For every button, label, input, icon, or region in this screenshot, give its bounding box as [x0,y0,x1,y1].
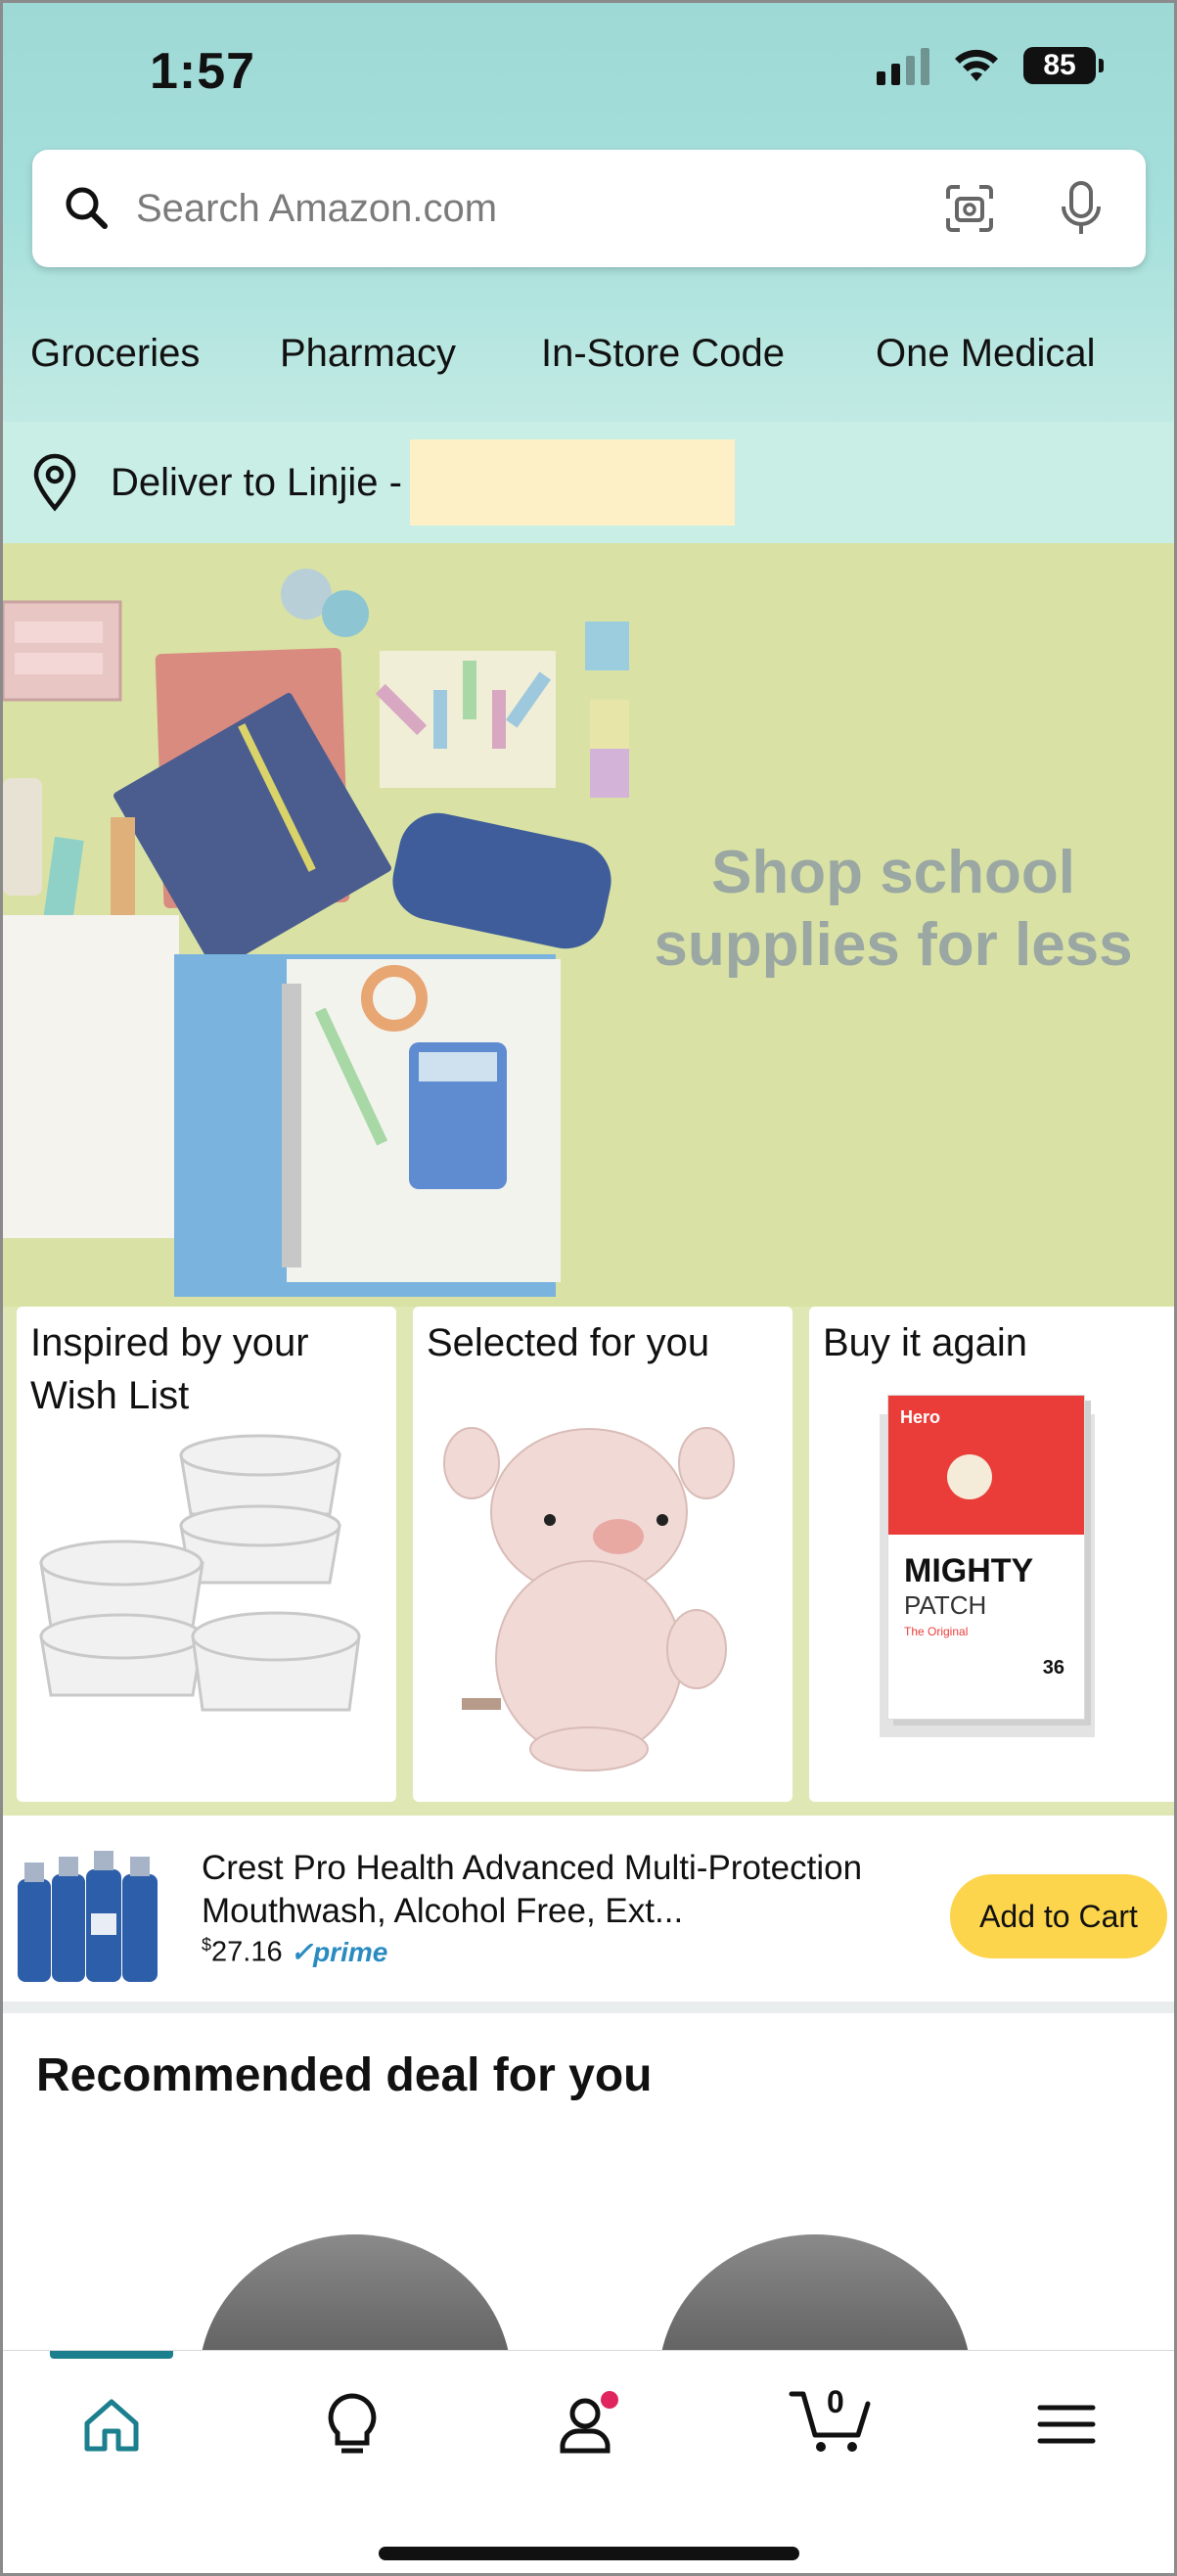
bottom-navigation: 0 [3,2350,1174,2573]
card-title: Buy it again [823,1321,1028,1364]
card-wish-list[interactable]: Inspired by your Wish List [17,1307,396,1802]
product-tagline: The Original [904,1625,969,1638]
prime-badge: ✓prime [290,1936,388,1967]
hero-headline: Shop school supplies for less [654,839,1133,979]
add-to-cart-button[interactable]: Add to Cart [950,1874,1167,1958]
card-buy-it-again[interactable]: Buy it again Hero MIGHTY PATCH The Origi… [809,1307,1174,1802]
mouthwash-image [18,1851,158,1982]
card-title: Selected for you [427,1321,710,1364]
hero-banner[interactable]: Shop school supplies for less [3,543,1174,1307]
search-bar[interactable] [32,150,1146,267]
product-sub: PATCH [904,1590,987,1620]
quick-link-pharmacy[interactable]: Pharmacy [280,332,456,376]
lightbulb-icon[interactable] [318,2390,386,2459]
deal-heading: Recommended deal for you [36,2049,653,2101]
camera-scan-icon[interactable] [940,179,999,238]
quick-link-one-medical[interactable]: One Medical [876,332,1096,376]
home-indicator[interactable] [379,2547,799,2560]
product-title[interactable]: Crest Pro Health Advanced Multi-Protecti… [202,1847,935,1933]
microphone-icon[interactable] [1058,179,1105,238]
card-title: Inspired by your Wish List [30,1321,309,1417]
product-price: $27.16 ✓prime [202,1935,388,1968]
cart-count: 0 [827,2384,844,2419]
sponsored-product[interactable]: Crest Pro Health Advanced Multi-Protecti… [3,1825,1174,2001]
status-time: 1:57 [150,43,256,100]
product-brand: Hero [900,1407,941,1427]
battery-icon: 85 [1023,47,1104,84]
quick-link-in-store-code[interactable]: In-Store Code [541,332,785,376]
account-icon[interactable] [551,2390,619,2459]
search-icon [66,187,108,229]
product-count: 36 [1042,1657,1064,1679]
cart-button[interactable]: 0 [788,2380,876,2459]
menu-icon[interactable] [1032,2390,1101,2459]
quick-link-groceries[interactable]: Groceries [30,332,200,376]
active-tab-indicator [50,2351,173,2359]
product-name: MIGHTY [904,1552,1034,1589]
mighty-patch-box: Hero MIGHTY PATCH The Original 36 [887,1395,1085,1720]
ramekins-image [39,1434,361,1712]
card-selected-for-you[interactable]: Selected for you [413,1307,792,1802]
status-icons: 85 [877,46,1104,85]
wifi-icon [955,49,998,81]
home-icon[interactable] [77,2390,146,2459]
recommendation-cards: Inspired by your Wish List Selected for … [3,1307,1174,1816]
deal-product-image[interactable] [3,2215,1174,2352]
deliver-to-label: Deliver to Linjie - [111,460,402,504]
plush-pig-image [443,1427,735,1771]
header: 1:57 85 Search Amazon.com Groceries Phar… [3,3,1174,543]
section-divider [3,2001,1174,2013]
location-pin-icon [33,453,76,512]
redacted-address [409,439,735,526]
app-screen: 1:57 85 Search Amazon.com Groceries Phar… [0,0,1177,2576]
search-input[interactable] [134,185,940,232]
signal-icon [877,46,929,85]
school-supplies-image [3,569,629,1297]
deliver-to-bar[interactable]: Deliver to Linjie - [3,422,1174,543]
